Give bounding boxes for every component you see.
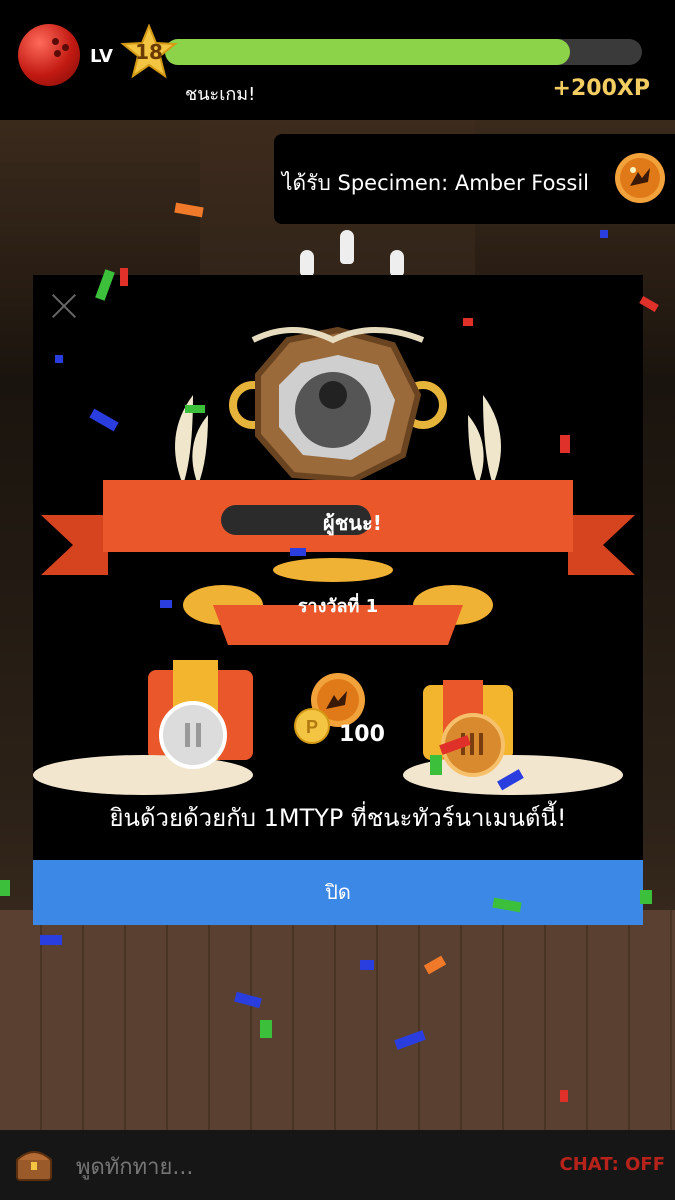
wooden-floor bbox=[0, 910, 675, 1130]
trophy-illustration bbox=[33, 326, 635, 795]
bowling-ball-avatar-icon[interactable] bbox=[18, 24, 80, 86]
svg-text:P: P bbox=[306, 717, 318, 737]
xp-progress-fill bbox=[165, 39, 571, 65]
treasure-chest-icon[interactable] bbox=[14, 1144, 54, 1184]
top-bar: LV 18 ชนะเกม! +200XP bbox=[0, 0, 675, 120]
amber-fossil-icon bbox=[614, 152, 666, 204]
level-number: 18 bbox=[135, 40, 163, 64]
bowling-pin bbox=[300, 250, 314, 276]
game-status-text: ชนะเกม! bbox=[185, 84, 256, 105]
coin-icon: P bbox=[294, 708, 330, 744]
reward-toast-text: ได้รับ Specimen: Amber Fossil bbox=[282, 171, 589, 195]
first-place-label: รางวัลที่ 1 bbox=[297, 596, 379, 617]
level-star-icon: 18 bbox=[120, 23, 178, 80]
chat-bar: CHAT: OFF bbox=[0, 1130, 675, 1200]
winner-label: ผู้ชนะ! bbox=[323, 511, 382, 535]
bowling-pin bbox=[390, 250, 404, 276]
close-button[interactable]: ปิด bbox=[33, 860, 643, 925]
bowling-pin bbox=[340, 230, 354, 264]
xp-progress-bar bbox=[165, 39, 642, 65]
tournament-result-dialog: ผู้ชนะ! รางวัลที่ 1 P 100 ยินด้วยด้วยกับ… bbox=[33, 275, 643, 925]
chat-input[interactable] bbox=[74, 1150, 478, 1184]
level-label: LV bbox=[90, 46, 113, 67]
xp-gain-text: +200XP bbox=[552, 76, 650, 101]
reward-toast: ได้รับ Specimen: Amber Fossil bbox=[274, 134, 675, 224]
chat-status-toggle[interactable]: CHAT: OFF bbox=[560, 1154, 665, 1175]
congratulations-message: ยินด้วยด้วยกับ 1MTYP ที่ชนะทัวร์นาเมนต์น… bbox=[109, 804, 567, 832]
coin-reward-amount: 100 bbox=[339, 722, 385, 747]
